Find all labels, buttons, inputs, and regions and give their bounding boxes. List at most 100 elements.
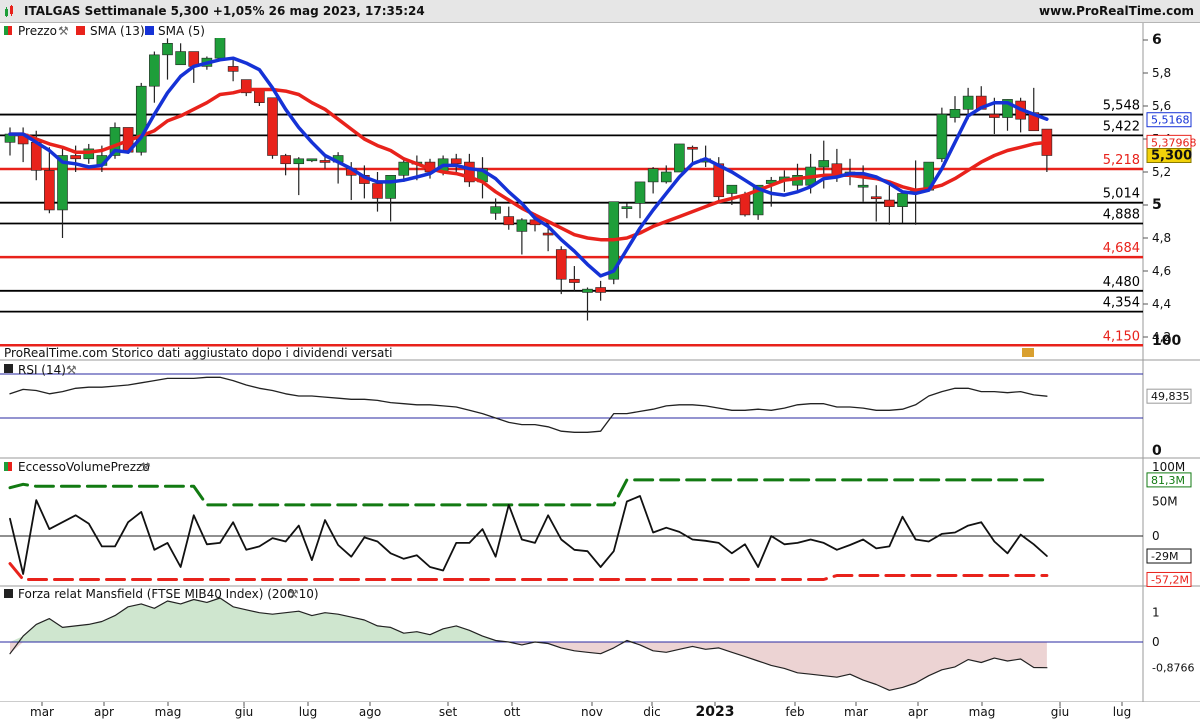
support-level-label: 4,480: [1103, 275, 1140, 290]
candle-body: [884, 199, 895, 207]
wrench-icon[interactable]: ⚒: [288, 587, 299, 601]
price-axis-label: 5,8: [1152, 66, 1171, 80]
time-axis-label: giu: [235, 705, 254, 719]
time-axis-label: giu: [1051, 705, 1070, 719]
candle-body: [660, 171, 672, 183]
price-axis-label: 5,6: [1152, 99, 1171, 113]
rsi-axis-label: 0: [1152, 443, 1162, 459]
volume-axis-label: 50M: [1152, 495, 1178, 509]
price-legend-swatch: [4, 26, 8, 35]
candle-body: [674, 143, 685, 173]
candle-body: [621, 206, 633, 209]
wrench-icon[interactable]: ⚒: [140, 460, 151, 474]
support-level-label: 4,354: [1103, 296, 1140, 311]
candle-body: [949, 109, 961, 118]
candle-body: [372, 183, 383, 199]
price-badge-label: 5,37968: [1151, 136, 1197, 149]
brand-link[interactable]: www.ProRealTime.com: [1039, 4, 1194, 18]
candle-body: [319, 160, 331, 163]
candle-body: [739, 194, 751, 216]
support-level-label: 5,548: [1103, 99, 1140, 114]
candle-body: [450, 158, 462, 165]
window-title: ITALGAS Settimanale 5,300 +1,05% 26 mag …: [24, 4, 425, 18]
candle-body: [162, 42, 173, 56]
candle-body: [149, 54, 160, 87]
candle-body: [634, 181, 646, 204]
wrench-icon[interactable]: ⚒: [66, 363, 77, 377]
price-axis-label: 6: [1152, 32, 1162, 48]
volume-badge-label: -29M: [1151, 550, 1178, 563]
candle-body: [870, 196, 882, 200]
candle-body: [503, 216, 515, 226]
time-axis-label: apr: [94, 705, 114, 719]
candle-body: [726, 184, 738, 194]
rsi-badge-label: 49,835: [1151, 390, 1190, 403]
time-axis-label: nov: [581, 705, 603, 719]
price-axis-label: 4,8: [1152, 231, 1171, 245]
candle-body: [293, 158, 305, 165]
support-level-label: 4,150: [1103, 329, 1140, 344]
rsi-axis-label: 100: [1152, 333, 1181, 349]
volume-label: EccessoVolumePrezzo: [18, 460, 150, 474]
time-axis-label: feb: [785, 705, 804, 719]
chart-canvas: 5,548 5,422 5,218 5,014 4,888 4,684 4,480 4,354…: [0, 22, 1200, 720]
candle-body: [385, 175, 396, 199]
time-axis-label: lug: [299, 705, 318, 719]
support-level-label: 4,684: [1103, 241, 1140, 256]
volume-panel-background: [0, 454, 1143, 585]
candle-body: [398, 161, 410, 176]
volume-badge-label: 81,3M: [1151, 474, 1185, 487]
candle-body: [897, 193, 908, 207]
candle-body: [582, 288, 593, 293]
rs-current-label: -0,8766: [1152, 662, 1194, 675]
rsi-legend-swatch: [4, 364, 13, 373]
rsi-label: RSI (14): [18, 363, 66, 377]
rs-axis-label: 1: [1152, 606, 1160, 620]
support-level-label: 5,014: [1103, 187, 1140, 202]
volume-legend-swatch: [4, 462, 8, 471]
price-axis-label: 5: [1152, 197, 1162, 213]
chart-window: 5,548 5,422 5,218 5,014 4,888 4,684 4,480 4,354…: [0, 0, 1200, 720]
rs-axis-label: 0: [1152, 635, 1160, 649]
volume-axis-label: 0: [1152, 529, 1160, 543]
candle-body: [542, 232, 554, 236]
title-bar: ITALGAS Settimanale 5,300 +1,05% 26 mag …: [0, 0, 1200, 23]
sma5-legend-label: SMA (5): [158, 24, 205, 38]
candle-body: [490, 206, 501, 214]
candle-body: [962, 95, 974, 110]
candle-body: [857, 184, 869, 188]
candle-body: [227, 66, 239, 72]
sma5-legend-swatch: [145, 26, 154, 35]
rs-label: Forza relat Mansfield (FTSE MIB40 Index)…: [18, 587, 319, 601]
wrench-icon[interactable]: ⚒: [58, 24, 69, 38]
candle-body: [70, 155, 81, 160]
support-level-label: 5,218: [1103, 153, 1140, 168]
sma13-legend-label: SMA (13): [90, 24, 145, 38]
candle-body: [569, 278, 580, 283]
candle-body: [254, 89, 265, 103]
candle-body: [267, 97, 278, 156]
history-note: ProRealTime.com Storico dati aggiustato …: [4, 346, 392, 360]
price-axis-label: 5,2: [1152, 165, 1171, 179]
price-legend: Prezzo ⚒ SMA (13) SMA (5): [0, 23, 240, 38]
price-badge-label: 5,300: [1151, 149, 1192, 164]
time-axis-label: 2023: [696, 704, 735, 720]
rsi-panel-background: [0, 362, 1143, 453]
time-axis-label: mar: [844, 705, 868, 719]
volume-legend-swatch: [8, 462, 12, 471]
candle-body: [818, 160, 830, 168]
price-axis-label: 4,4: [1152, 297, 1171, 311]
price-badge-label: 5,5168: [1151, 114, 1190, 127]
candle-body: [687, 146, 698, 150]
candle-body: [306, 158, 318, 162]
candle-body: [44, 170, 55, 211]
support-level-label: 5,422: [1103, 119, 1140, 134]
price-panel-background: [0, 24, 1143, 355]
candle-body: [516, 219, 528, 232]
time-axis-label: ott: [504, 705, 521, 719]
candle-body: [175, 51, 186, 66]
time-axis-label: mag: [969, 705, 996, 719]
time-axis-label: mag: [155, 705, 182, 719]
time-axis-label: lug: [1113, 705, 1132, 719]
rs-legend-swatch: [4, 589, 13, 598]
